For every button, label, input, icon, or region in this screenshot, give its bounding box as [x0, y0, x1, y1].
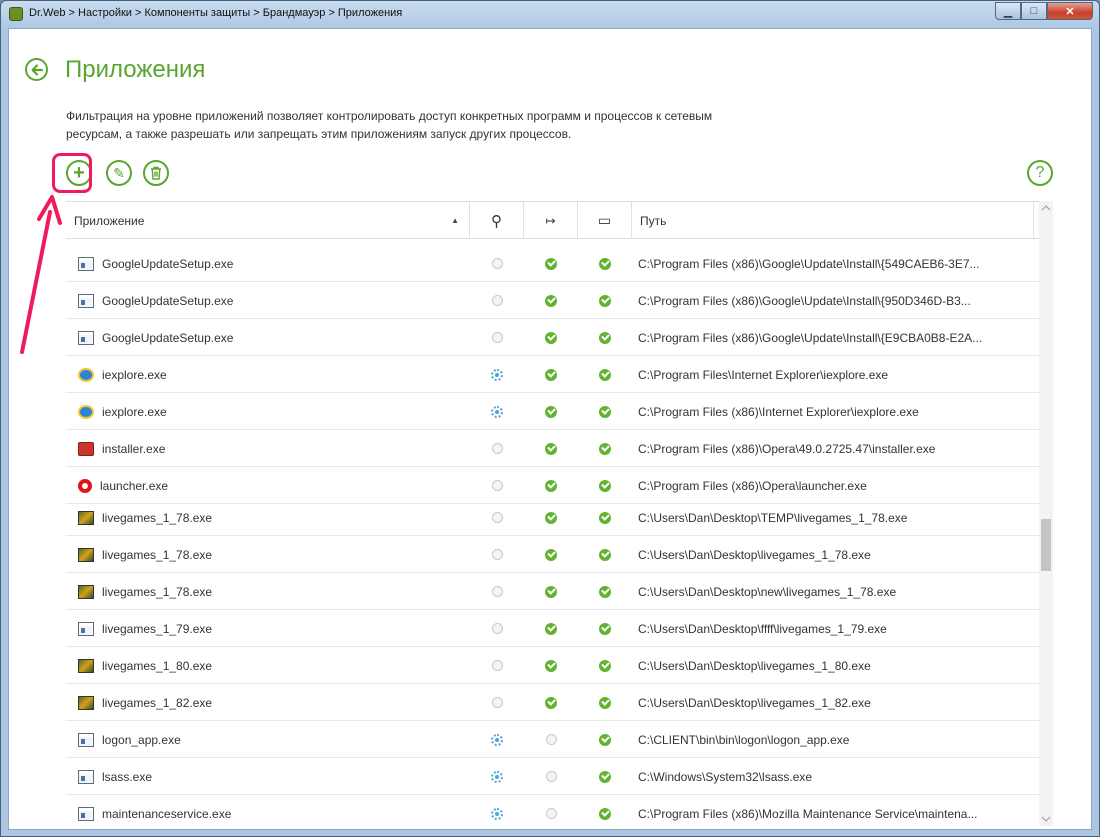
annotation-arrow — [20, 195, 62, 354]
